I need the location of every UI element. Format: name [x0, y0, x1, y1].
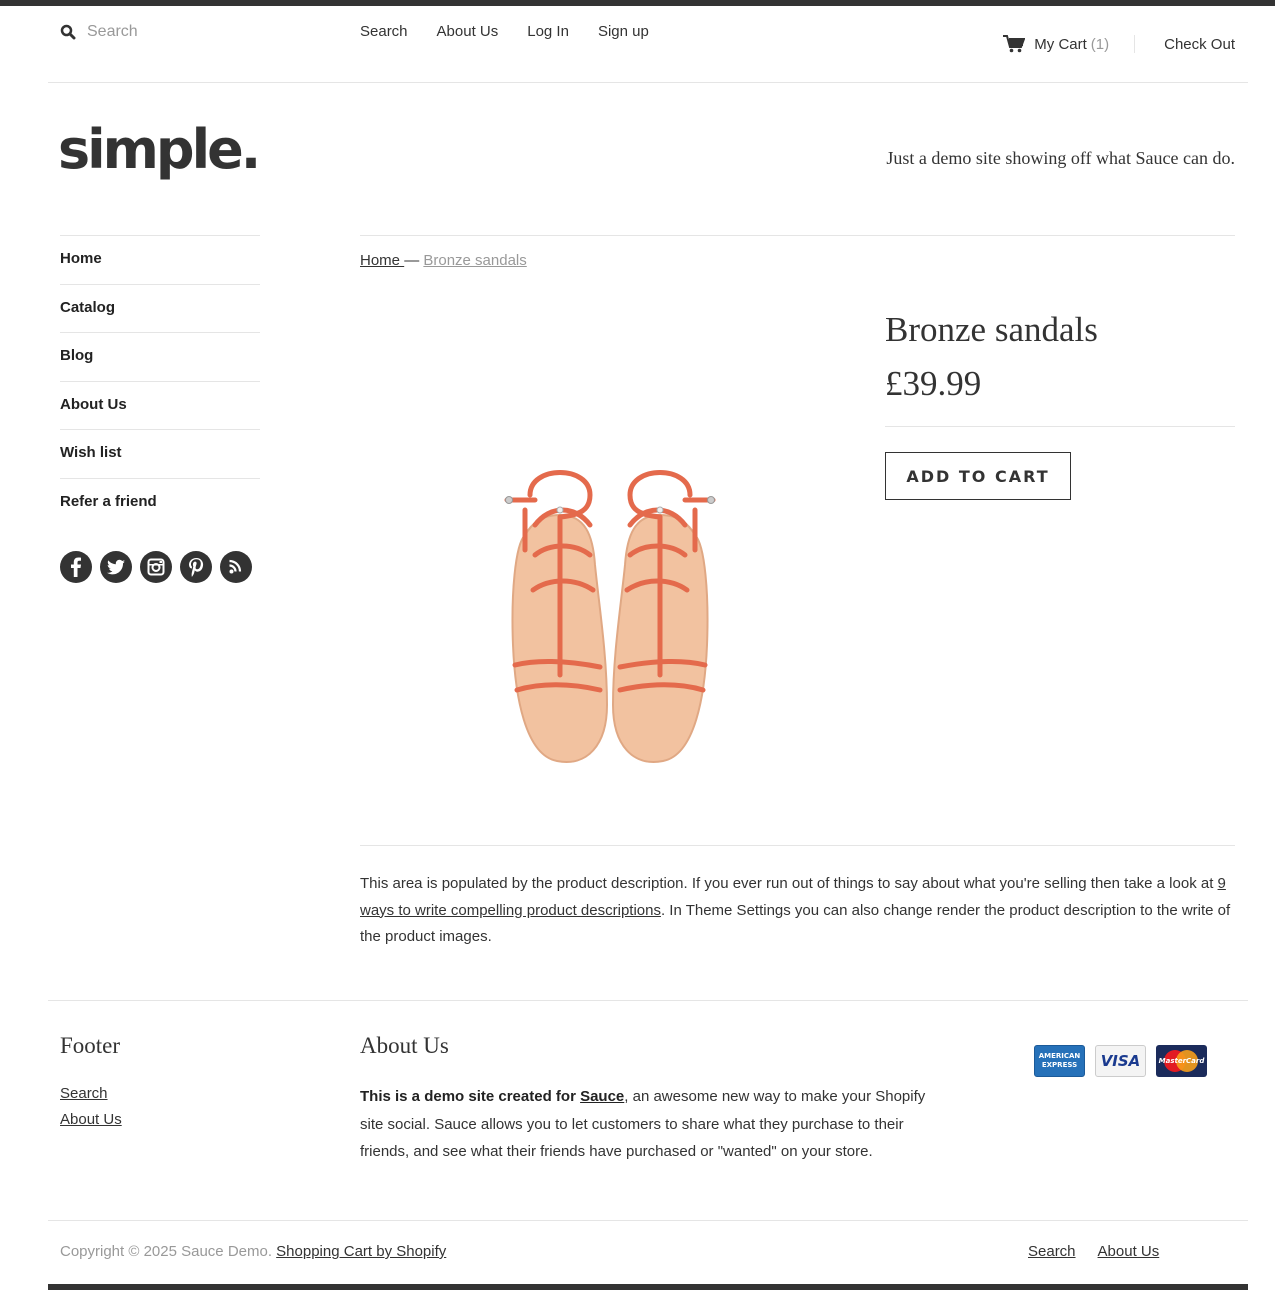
- sidebar-nav: Home Catalog Blog About Us Wish list Ref…: [60, 235, 260, 526]
- price-divider: [885, 426, 1235, 427]
- top-nav-search[interactable]: Search: [360, 22, 408, 42]
- check-out-link[interactable]: Check Out: [1164, 36, 1235, 53]
- footer-link-about-us[interactable]: About Us: [60, 1107, 122, 1133]
- search-box: [60, 20, 320, 44]
- sidebar-item-about-us[interactable]: About Us: [60, 380, 260, 430]
- sidebar-item-catalog[interactable]: Catalog: [60, 283, 260, 333]
- footer-about-text: This is a demo site created for Sauce, a…: [360, 1083, 940, 1166]
- breadcrumb-separator: —: [404, 252, 424, 269]
- footer-heading: Footer: [60, 1033, 121, 1058]
- amex-card-icon: AMERICAN EXPRESS: [1034, 1045, 1085, 1077]
- site-logo[interactable]: simple.: [58, 118, 261, 182]
- visa-card-icon: VISA: [1095, 1045, 1146, 1077]
- bottom-links: Search About Us: [1028, 1243, 1159, 1260]
- site-tagline: Just a demo site showing off what Sauce …: [886, 148, 1235, 168]
- shopify-link[interactable]: Shopping Cart by Shopify: [276, 1243, 446, 1260]
- cart-separator: [1134, 35, 1136, 53]
- breadcrumb-current[interactable]: Bronze sandals: [423, 252, 526, 269]
- top-nav-sign-up[interactable]: Sign up: [598, 22, 649, 42]
- sidebar-item-refer-a-friend[interactable]: Refer a friend: [60, 477, 260, 527]
- footer-link-search[interactable]: Search: [60, 1081, 122, 1107]
- breadcrumb: Home — Bronze sandals: [360, 252, 527, 269]
- payment-cards: AMERICAN EXPRESS VISA MasterCard: [1034, 1045, 1207, 1077]
- pinterest-icon[interactable]: [180, 551, 212, 583]
- bottom-link-search[interactable]: Search: [1028, 1243, 1076, 1260]
- mastercard-icon: MasterCard: [1156, 1045, 1207, 1077]
- breadcrumb-home[interactable]: Home: [360, 252, 404, 269]
- description-divider: [360, 845, 1235, 846]
- footer-about-bold: This is a demo site created for: [360, 1088, 581, 1105]
- instagram-icon[interactable]: [140, 551, 172, 583]
- twitter-icon[interactable]: [100, 551, 132, 583]
- bottom-accent-bar: [48, 1284, 1248, 1290]
- footer-links: Search About Us: [60, 1081, 122, 1133]
- copyright-divider: [48, 1220, 1248, 1221]
- cart-area: My Cart (1) Check Out: [1003, 33, 1235, 55]
- product-description: This area is populated by the product de…: [360, 871, 1240, 951]
- header-divider: [48, 82, 1248, 83]
- content-divider: [360, 235, 1235, 236]
- footer-about-heading: About Us: [360, 1033, 449, 1058]
- bottom-link-about-us[interactable]: About Us: [1098, 1243, 1160, 1260]
- copyright: Copyright © 2025 Sauce Demo. Shopping Ca…: [60, 1243, 446, 1260]
- product-price: £39.99: [885, 364, 982, 403]
- sidebar-item-home[interactable]: Home: [60, 235, 260, 284]
- social-links: [60, 551, 252, 583]
- product-image[interactable]: [495, 455, 725, 770]
- top-nav-about-us[interactable]: About Us: [437, 22, 499, 42]
- description-text-1: This area is populated by the product de…: [360, 875, 1218, 892]
- add-to-cart-button[interactable]: ADD TO CART: [885, 452, 1071, 500]
- top-nav-log-in[interactable]: Log In: [527, 22, 569, 42]
- sidebar-item-wish-list[interactable]: Wish list: [60, 429, 260, 478]
- sauce-link[interactable]: Sauce: [580, 1088, 624, 1105]
- my-cart-link[interactable]: My Cart: [1034, 36, 1087, 53]
- footer-column-about: About Us This is a demo site created for…: [360, 1033, 940, 1166]
- facebook-icon[interactable]: [60, 551, 92, 583]
- search-input[interactable]: [87, 23, 287, 41]
- cart-count: (1): [1090, 35, 1110, 53]
- footer-column-links: Footer Search About Us: [60, 1033, 122, 1133]
- top-nav: Search About Us Log In Sign up: [360, 22, 678, 42]
- copyright-text: Copyright © 2025 Sauce Demo.: [60, 1243, 277, 1260]
- product-title: Bronze sandals: [885, 310, 1098, 349]
- search-icon: [60, 24, 76, 40]
- cart-icon[interactable]: [1003, 35, 1026, 53]
- rss-icon[interactable]: [220, 551, 252, 583]
- footer-divider: [48, 1000, 1248, 1001]
- top-accent-bar: [0, 0, 1275, 6]
- sidebar-item-blog[interactable]: Blog: [60, 332, 260, 381]
